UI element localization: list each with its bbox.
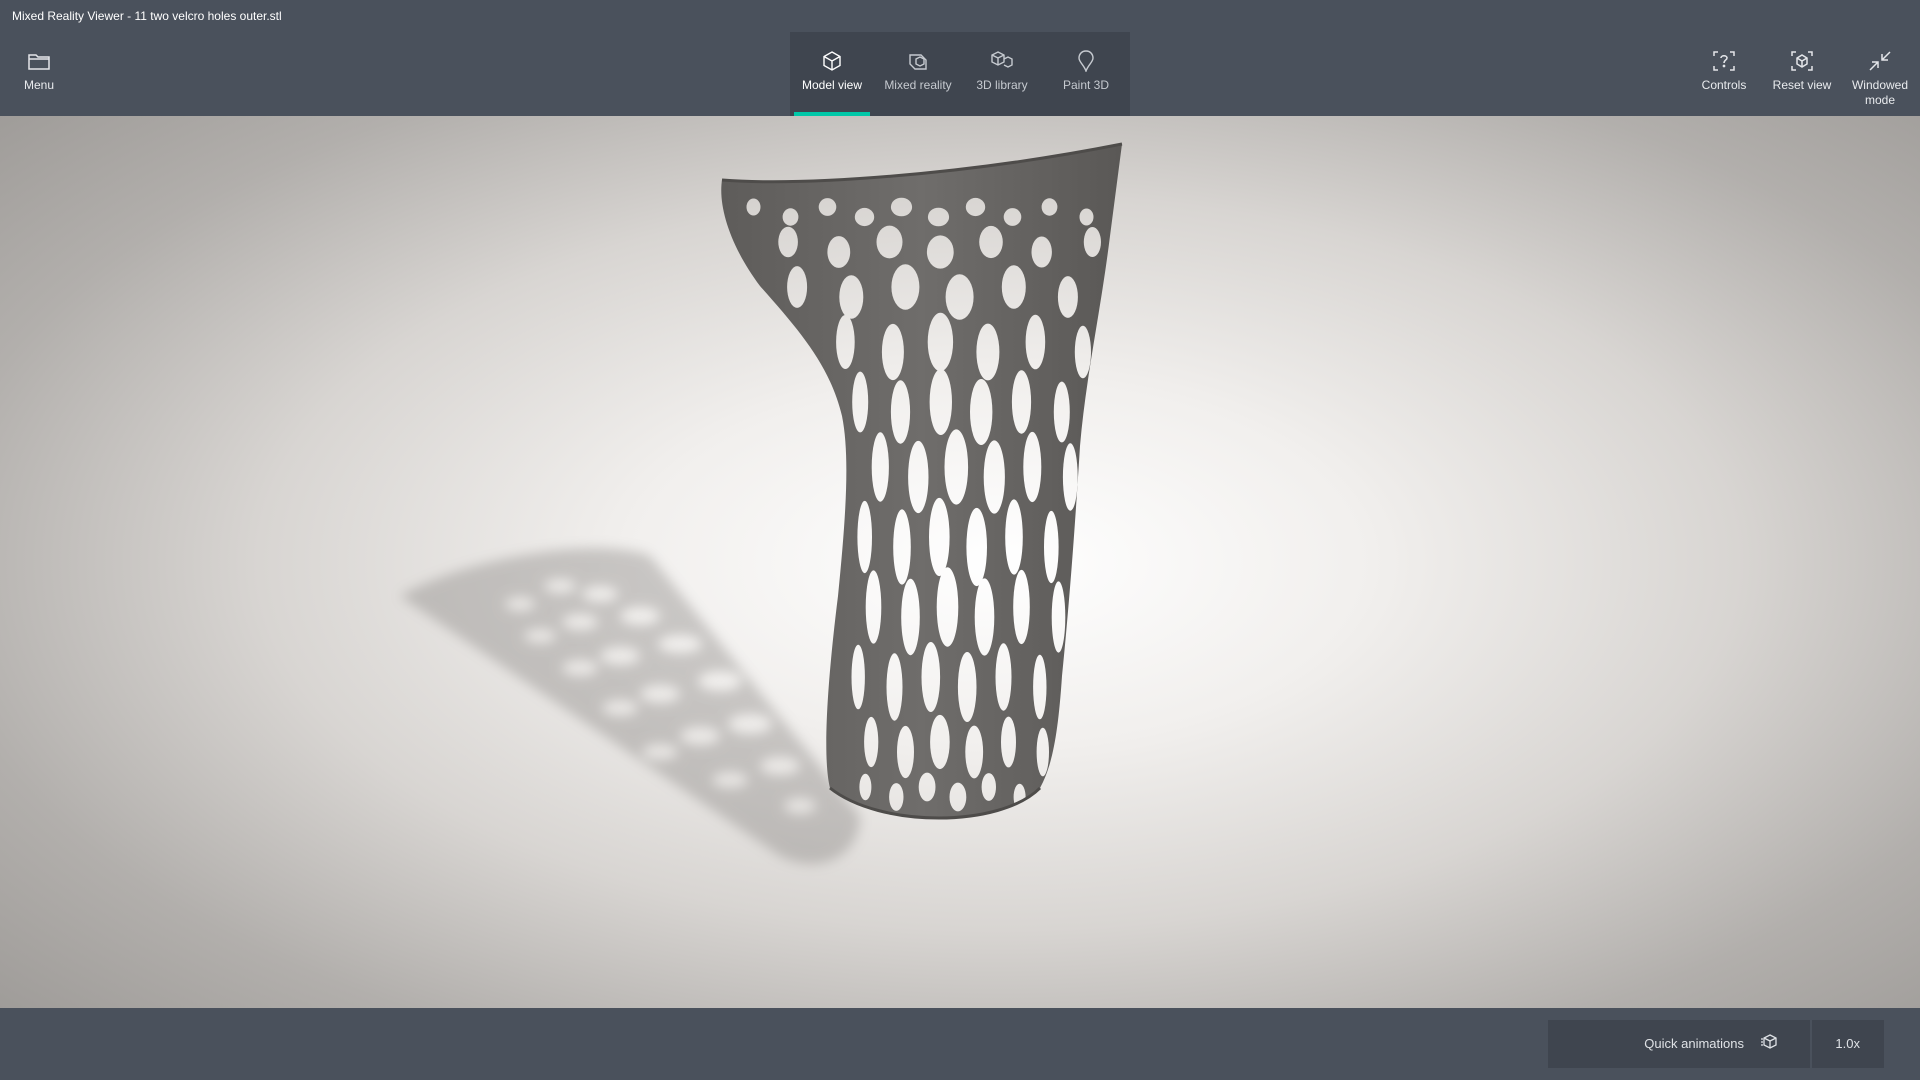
windowed-mode-label: Windowed mode — [1852, 78, 1908, 108]
model-render[interactable] — [0, 116, 1920, 1008]
mixed-reality-icon — [906, 50, 930, 72]
tab-mixed-reality[interactable]: Mixed reality — [878, 32, 958, 116]
3d-viewport[interactable] — [0, 116, 1920, 1008]
toolbar: Menu Model view Mixed reality 3D library — [0, 32, 1920, 116]
tab-paint-3d-label: Paint 3D — [1062, 78, 1110, 92]
panel-divider — [1810, 1020, 1812, 1068]
controls-icon — [1712, 50, 1736, 72]
menu-button[interactable]: Menu — [14, 32, 64, 116]
view-tabs: Model view Mixed reality 3D library Pain… — [790, 32, 1130, 116]
tab-mixed-reality-label: Mixed reality — [884, 78, 952, 92]
tab-3d-library-label: 3D library — [976, 78, 1028, 92]
windowed-mode-icon — [1868, 50, 1892, 72]
windowed-mode-button[interactable]: Windowed mode — [1848, 32, 1912, 116]
model-shadow — [380, 536, 880, 876]
reset-view-label: Reset view — [1772, 78, 1832, 92]
tab-model-view[interactable]: Model view — [792, 32, 872, 116]
quick-animations-panel: Quick animations 1.0x — [1548, 1020, 1884, 1068]
windowed-mode-label-line2: mode — [1864, 93, 1896, 107]
windowed-mode-label-line1: Windowed — [1851, 78, 1909, 92]
bottom-bar: Quick animations 1.0x — [0, 1008, 1920, 1080]
controls-button[interactable]: Controls — [1696, 32, 1752, 116]
cube-icon — [820, 50, 844, 72]
quick-animations-button[interactable]: Quick animations — [1644, 1036, 1744, 1051]
tab-paint-3d[interactable]: Paint 3D — [1046, 32, 1126, 116]
title-bar: Mixed Reality Viewer - 11 two velcro hol… — [0, 0, 1920, 32]
tab-3d-library[interactable]: 3D library — [962, 32, 1042, 116]
reset-view-button[interactable]: Reset view — [1770, 32, 1834, 116]
folder-icon — [27, 50, 51, 72]
paint-3d-icon — [1074, 50, 1098, 72]
controls-label: Controls — [1701, 78, 1747, 92]
menu-label: Menu — [23, 78, 55, 92]
window-title: Mixed Reality Viewer - 11 two velcro hol… — [12, 9, 282, 23]
reset-view-icon — [1790, 50, 1814, 72]
library-icon — [990, 50, 1014, 72]
tab-model-view-label: Model view — [801, 78, 863, 92]
animation-speed-button[interactable]: 1.0x — [1835, 1036, 1860, 1051]
animation-cube-icon[interactable] — [1760, 1033, 1780, 1056]
